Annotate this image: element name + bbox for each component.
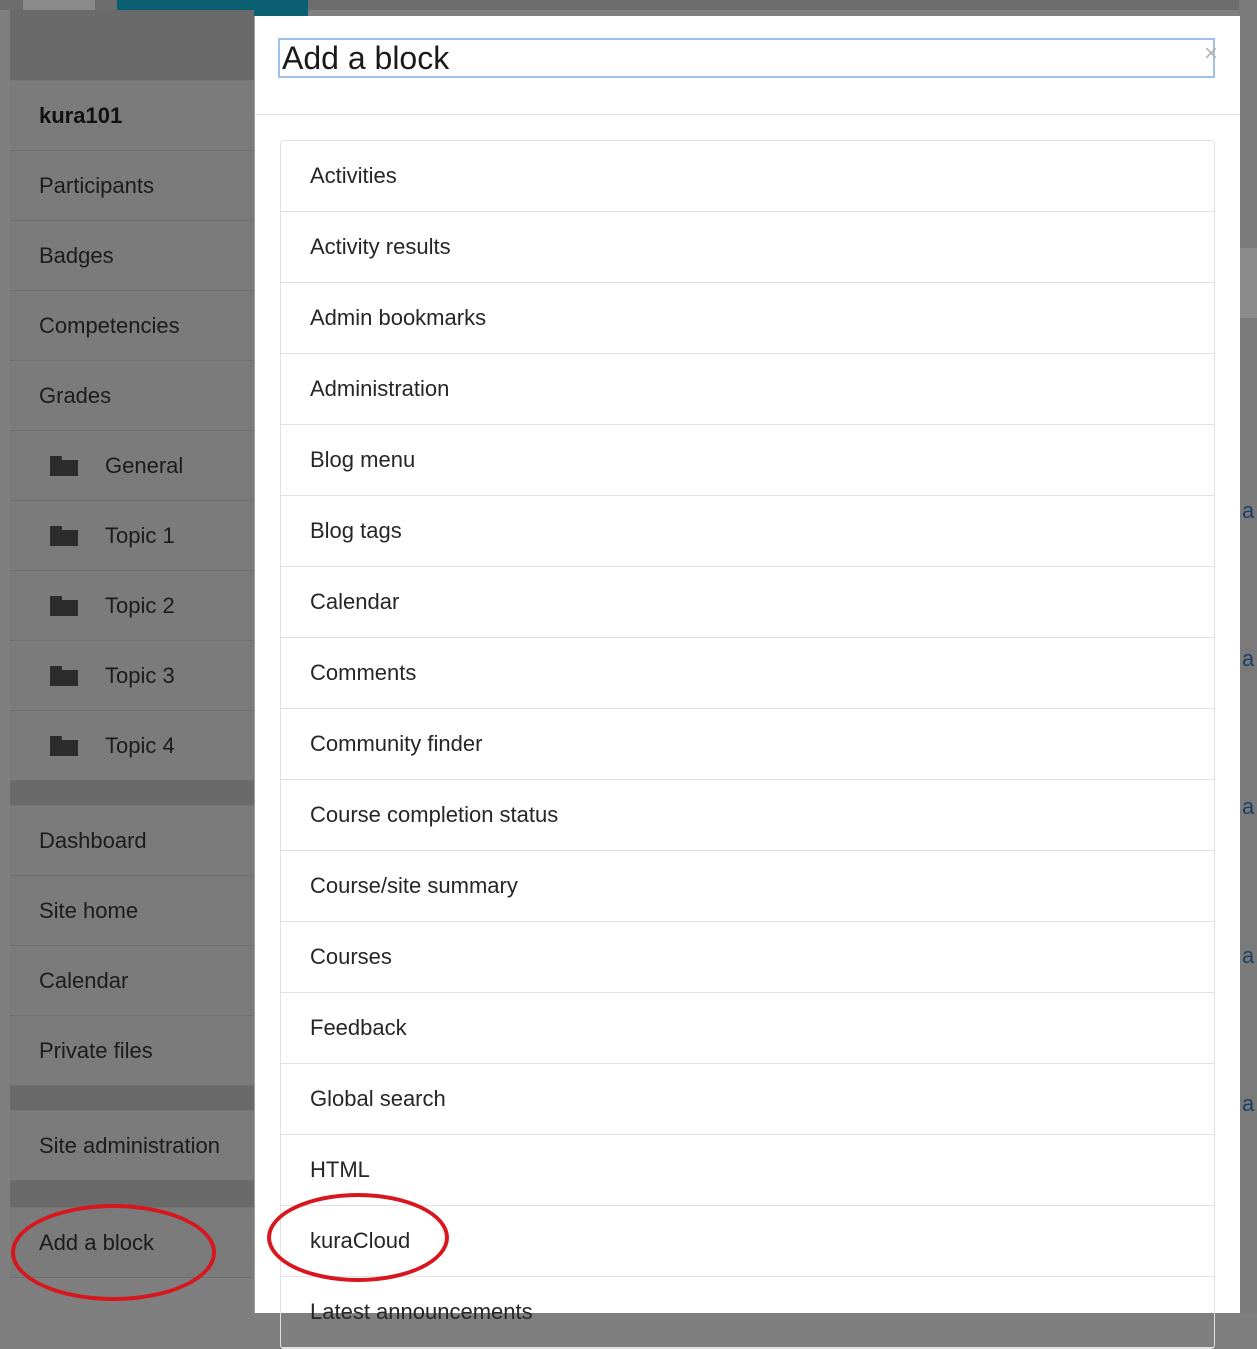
- sidebar-item-label: Topic 3: [105, 662, 175, 688]
- page-link-fragment[interactable]: a: [1242, 943, 1254, 969]
- sidebar-item-label: Competencies: [39, 312, 180, 338]
- sidebar-item-participants[interactable]: Participants: [10, 151, 254, 221]
- sidebar-item-general[interactable]: General: [10, 431, 254, 501]
- block-option-course-site-summary[interactable]: Course/site summary: [281, 851, 1214, 922]
- sidebar-item-label: Topic 4: [105, 732, 175, 758]
- block-option-feedback[interactable]: Feedback: [281, 993, 1214, 1064]
- block-option-courses[interactable]: Courses: [281, 922, 1214, 993]
- block-option-activities[interactable]: Activities: [281, 141, 1214, 212]
- sidebar-item-label: Site administration: [39, 1132, 220, 1158]
- sidebar-item-topic-1[interactable]: Topic 1: [10, 501, 254, 571]
- dialog-title: Add a block: [278, 38, 1215, 78]
- folder-icon: [50, 735, 78, 756]
- sidebar-item-site-home[interactable]: Site home: [10, 876, 254, 946]
- block-option-admin-bookmarks[interactable]: Admin bookmarks: [281, 283, 1214, 354]
- sidebar-item-calendar[interactable]: Calendar: [10, 946, 254, 1016]
- sidebar-item-topic-3[interactable]: Topic 3: [10, 641, 254, 711]
- folder-icon: [50, 525, 78, 546]
- folder-icon: [50, 455, 78, 476]
- add-block-dialog: Add a block × Activities Activity results…: [254, 16, 1240, 1349]
- sidebar-item-grades[interactable]: Grades: [10, 361, 254, 431]
- sidebar-item-site-administration[interactable]: Site administration: [10, 1111, 254, 1181]
- sidebar-item-label: kura101: [39, 102, 123, 128]
- sidebar-item-label: Topic 1: [105, 522, 175, 548]
- sidebar-item-label: Grades: [39, 382, 112, 408]
- sidebar-item-label: Calendar: [39, 967, 129, 993]
- page-link-fragment[interactable]: a: [1242, 794, 1254, 820]
- block-option-activity-results[interactable]: Activity results: [281, 212, 1214, 283]
- sidebar-item-label: Dashboard: [39, 827, 147, 853]
- sidebar-item-add-block[interactable]: Add a block: [10, 1208, 254, 1278]
- block-option-community-finder[interactable]: Community finder: [281, 709, 1214, 780]
- block-option-blog-tags[interactable]: Blog tags: [281, 496, 1214, 567]
- sidebar-item-label: Topic 2: [105, 592, 175, 618]
- block-option-global-search[interactable]: Global search: [281, 1064, 1214, 1135]
- block-option-comments[interactable]: Comments: [281, 638, 1214, 709]
- drawer-separator: [10, 1086, 254, 1111]
- sidebar-item-label: Add a block: [39, 1229, 154, 1255]
- block-option-calendar[interactable]: Calendar: [281, 567, 1214, 638]
- drawer-spacer: [10, 10, 254, 81]
- sidebar-item-topic-4[interactable]: Topic 4: [10, 711, 254, 781]
- close-icon[interactable]: ×: [1204, 42, 1218, 66]
- page-content-edge-bar: [1239, 248, 1257, 318]
- sidebar-item-badges[interactable]: Badges: [10, 221, 254, 291]
- block-option-course-completion-status[interactable]: Course completion status: [281, 780, 1214, 851]
- folder-icon: [50, 595, 78, 616]
- sidebar-item-label: Site home: [39, 897, 139, 923]
- sidebar-item-competencies[interactable]: Competencies: [10, 291, 254, 361]
- sidebar-item-label: Participants: [39, 172, 154, 198]
- page-link-fragment[interactable]: a: [1242, 1091, 1254, 1117]
- drawer-separator: [10, 781, 254, 806]
- drawer-separator: [10, 1181, 254, 1208]
- folder-icon: [50, 665, 78, 686]
- sidebar-item-label: Badges: [39, 242, 114, 268]
- sidebar-item-dashboard[interactable]: Dashboard: [10, 806, 254, 876]
- page-link-fragment[interactable]: a: [1242, 646, 1254, 672]
- sidebar-item-topic-2[interactable]: Topic 2: [10, 571, 254, 641]
- nav-drawer: kura101 Participants Badges Competencies Gr…: [10, 10, 254, 1313]
- sidebar-item-label: General: [105, 452, 184, 478]
- page-link-fragment[interactable]: a: [1242, 498, 1254, 524]
- sidebar-item-private-files[interactable]: Private files: [10, 1016, 254, 1086]
- block-option-html[interactable]: HTML: [281, 1135, 1214, 1206]
- block-list: Activities Activity results Admin bookmark…: [280, 140, 1215, 1349]
- block-option-administration[interactable]: Administration: [281, 354, 1214, 425]
- block-option-blog-menu[interactable]: Blog menu: [281, 425, 1214, 496]
- block-option-kuracloud[interactable]: kuraCloud: [281, 1206, 1214, 1277]
- sidebar-item-label: Private files: [39, 1037, 153, 1063]
- sidebar-item-course[interactable]: kura101: [10, 81, 254, 151]
- dialog-header: Add a block ×: [255, 16, 1240, 115]
